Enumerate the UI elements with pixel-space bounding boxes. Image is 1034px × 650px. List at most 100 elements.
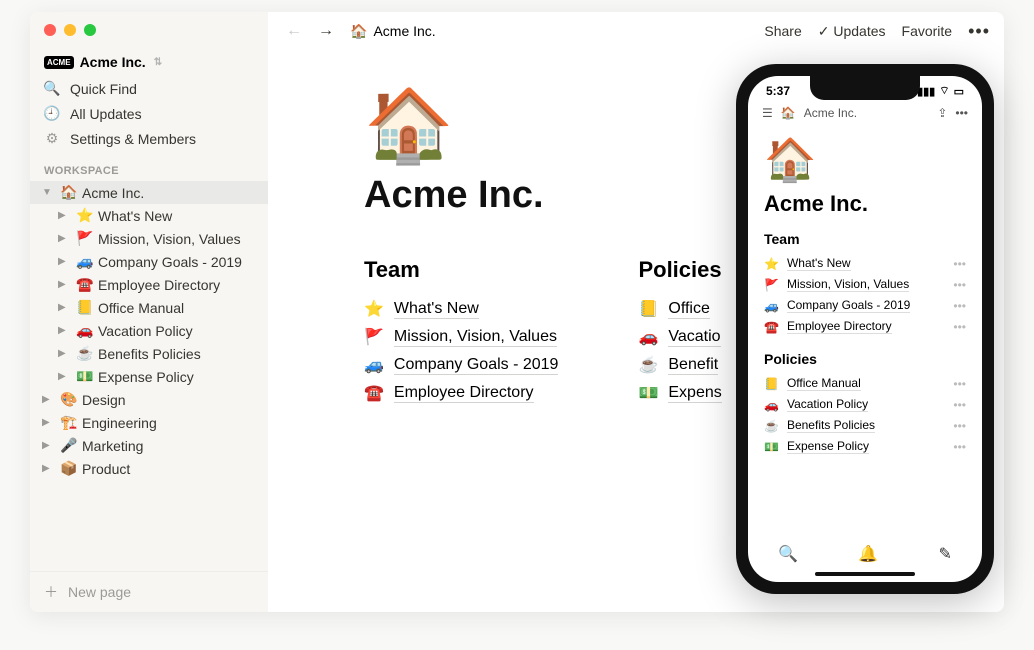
caret-down-icon[interactable]: ▼ <box>42 187 56 198</box>
close-dot-icon[interactable] <box>44 24 56 36</box>
page-link-benefits[interactable]: ☕ Benefit <box>638 351 721 379</box>
caret-right-icon[interactable]: ▶ <box>58 348 72 359</box>
more-icon[interactable]: ••• <box>955 106 968 120</box>
phone-time: 5:37 <box>766 84 790 98</box>
phone-link-label: What's New <box>787 256 851 271</box>
phone-crumb-label[interactable]: Acme Inc. <box>804 106 857 120</box>
page-link-label: Company Goals - 2019 <box>394 356 559 375</box>
zoom-dot-icon[interactable] <box>84 24 96 36</box>
phone-link-directory[interactable]: ☎️ Employee Directory ••• <box>764 316 966 337</box>
phone-link-whats-new[interactable]: ⭐ What's New ••• <box>764 253 966 274</box>
page-link-vacation[interactable]: 🚗 Vacatio <box>638 323 721 351</box>
share-button[interactable]: Share <box>764 23 801 39</box>
coffee-icon: ☕ <box>76 345 94 362</box>
caret-right-icon[interactable]: ▶ <box>58 279 72 290</box>
palette-icon: 🎨 <box>60 391 78 408</box>
tree-item-whats-new[interactable]: ▶ ⭐ What's New <box>30 204 268 227</box>
page-link-office[interactable]: 📒 Office <box>638 295 721 323</box>
tree-item-product[interactable]: ▶ 📦 Product <box>30 457 268 480</box>
tree-item-mission[interactable]: ▶ 🚩 Mission, Vision, Values <box>30 227 268 250</box>
updates-button[interactable]: ✓ Updates <box>818 23 886 40</box>
nav-back-button[interactable]: ← <box>282 20 306 42</box>
caret-right-icon[interactable]: ▶ <box>42 394 56 405</box>
tree-root-acme[interactable]: ▼ 🏠 Acme Inc. <box>30 181 268 204</box>
phone-link-mission[interactable]: 🚩 Mission, Vision, Values ••• <box>764 274 966 295</box>
minimize-dot-icon[interactable] <box>64 24 76 36</box>
workspace-switcher[interactable]: ACME Acme Inc. ⇅ <box>30 48 268 76</box>
favorite-button[interactable]: Favorite <box>902 23 953 39</box>
tree-item-vacation[interactable]: ▶ 🚗 Vacation Policy <box>30 319 268 342</box>
row-more-icon[interactable]: ••• <box>953 419 966 433</box>
caret-right-icon[interactable]: ▶ <box>42 440 56 451</box>
phone-icon: ☎️ <box>364 383 384 403</box>
tree-root-label: Acme Inc. <box>82 185 144 201</box>
more-menu-button[interactable]: ••• <box>968 21 990 42</box>
tree-item-design[interactable]: ▶ 🎨 Design <box>30 388 268 411</box>
caret-right-icon[interactable]: ▶ <box>58 371 72 382</box>
page-link-expense[interactable]: 💵 Expens <box>638 379 721 407</box>
caret-right-icon[interactable]: ▶ <box>58 210 72 221</box>
phone-link-goals[interactable]: 🚙 Company Goals - 2019 ••• <box>764 295 966 316</box>
nav-forward-button[interactable]: → <box>314 20 338 42</box>
tree-item-label: Marketing <box>82 438 143 454</box>
tree-item-marketing[interactable]: ▶ 🎤 Marketing <box>30 434 268 457</box>
phone-tabbar: 🔍 🔔 ✎ <box>748 534 982 568</box>
row-more-icon[interactable]: ••• <box>953 278 966 292</box>
flag-icon: 🚩 <box>76 230 94 247</box>
caret-right-icon[interactable]: ▶ <box>42 463 56 474</box>
row-more-icon[interactable]: ••• <box>953 257 966 271</box>
quick-find-button[interactable]: 🔍 Quick Find <box>30 76 268 101</box>
breadcrumb[interactable]: 🏠 Acme Inc. <box>350 23 436 40</box>
page-link-goals[interactable]: 🚙 Company Goals - 2019 <box>364 351 558 379</box>
tab-notifications-icon[interactable]: 🔔 <box>858 544 878 564</box>
phone-link-label: Office Manual <box>787 376 861 391</box>
settings-button[interactable]: ⚙ Settings & Members <box>30 126 268 151</box>
tab-compose-icon[interactable]: ✎ <box>938 544 951 564</box>
star-icon: ⭐ <box>764 257 779 271</box>
phone-link-benefits[interactable]: ☕ Benefits Policies ••• <box>764 415 966 436</box>
row-more-icon[interactable]: ••• <box>953 377 966 391</box>
phone-link-expense[interactable]: 💵 Expense Policy ••• <box>764 436 966 457</box>
tree-item-label: Benefits Policies <box>98 346 201 362</box>
new-page-label: New page <box>68 584 131 600</box>
share-icon[interactable]: ⇪ <box>937 106 947 120</box>
caret-right-icon[interactable]: ▶ <box>58 325 72 336</box>
money-icon: 💵 <box>764 440 779 454</box>
page-link-whats-new[interactable]: ⭐ What's New <box>364 295 558 323</box>
tree-item-manual[interactable]: ▶ 📒 Office Manual <box>30 296 268 319</box>
page-link-label: Office <box>668 300 710 319</box>
row-more-icon[interactable]: ••• <box>953 398 966 412</box>
sidebar-section-label: WORKSPACE <box>30 151 268 181</box>
car-icon: 🚙 <box>364 355 384 375</box>
hamburger-icon[interactable]: ☰ <box>762 106 773 120</box>
new-page-button[interactable]: ＋ New page <box>30 571 268 612</box>
caret-right-icon[interactable]: ▶ <box>58 302 72 313</box>
page-link-label: Vacatio <box>668 328 720 347</box>
all-updates-button[interactable]: 🕘 All Updates <box>30 101 268 126</box>
tree-item-label: Mission, Vision, Values <box>98 231 241 247</box>
tree-item-expense[interactable]: ▶ 💵 Expense Policy <box>30 365 268 388</box>
tree-item-benefits[interactable]: ▶ ☕ Benefits Policies <box>30 342 268 365</box>
phone-notch <box>810 76 920 100</box>
caret-right-icon[interactable]: ▶ <box>58 233 72 244</box>
search-icon: 🔍 <box>44 80 60 97</box>
tree-item-engineering[interactable]: ▶ 🏗️ Engineering <box>30 411 268 434</box>
row-more-icon[interactable]: ••• <box>953 320 966 334</box>
tree-item-directory[interactable]: ▶ ☎️ Employee Directory <box>30 273 268 296</box>
row-more-icon[interactable]: ••• <box>953 299 966 313</box>
page-link-label: Benefit <box>668 356 718 375</box>
phone-link-vacation[interactable]: 🚗 Vacation Policy ••• <box>764 394 966 415</box>
phone-link-manual[interactable]: 📒 Office Manual ••• <box>764 373 966 394</box>
page-link-label: Employee Directory <box>394 384 534 403</box>
tab-search-icon[interactable]: 🔍 <box>778 544 798 564</box>
caret-right-icon[interactable]: ▶ <box>58 256 72 267</box>
tree-item-goals[interactable]: ▶ 🚙 Company Goals - 2019 <box>30 250 268 273</box>
page-link-mission[interactable]: 🚩 Mission, Vision, Values <box>364 323 558 351</box>
page-link-directory[interactable]: ☎️ Employee Directory <box>364 379 558 407</box>
phone-hero-icon: 🏠 <box>764 136 966 185</box>
wifi-icon: ⌔ <box>939 84 949 98</box>
row-more-icon[interactable]: ••• <box>953 440 966 454</box>
redcar-icon: 🚗 <box>76 322 94 339</box>
caret-right-icon[interactable]: ▶ <box>42 417 56 428</box>
microphone-icon: 🎤 <box>60 437 78 454</box>
